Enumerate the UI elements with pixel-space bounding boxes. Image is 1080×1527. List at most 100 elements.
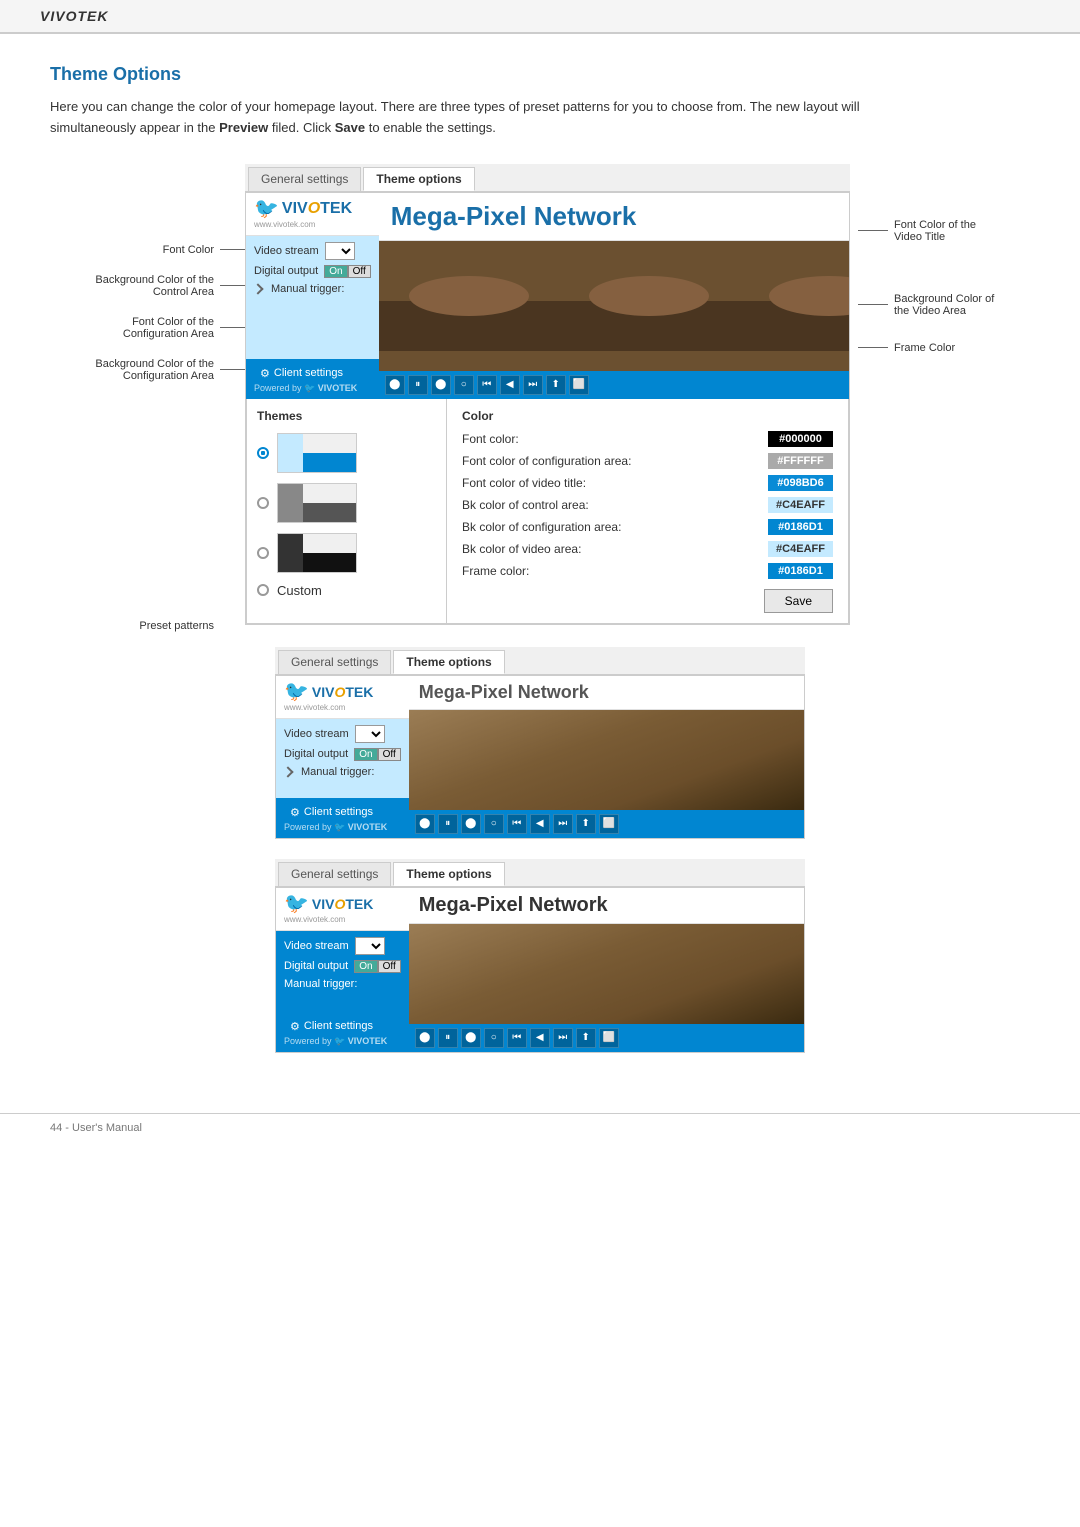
tb3-7[interactable]: ⏭ — [553, 1028, 573, 1048]
color-label-font: Font color: — [462, 432, 760, 446]
tb2-5[interactable]: ⏮ — [507, 814, 527, 834]
tb2-9[interactable]: ⬜ — [599, 814, 619, 834]
video-3 — [409, 924, 804, 1024]
toolbar-btn-vol[interactable]: ◀ — [500, 375, 520, 395]
color-label-bk-config: Bk color of configuration area: — [462, 520, 760, 534]
tb2-3[interactable]: ⬤ — [461, 814, 481, 834]
digital-output-label-3: Digital output — [284, 960, 348, 972]
ann-line-3 — [220, 327, 245, 328]
toolbar-btn-up[interactable]: ⬆ — [546, 375, 566, 395]
tb3-8[interactable]: ⬆ — [576, 1028, 596, 1048]
tb2-1[interactable]: ⬤ — [415, 814, 435, 834]
client-btn-2[interactable]: ⚙ Client settings — [284, 803, 401, 822]
desc-bold-save: Save — [335, 120, 365, 135]
on-button-1[interactable]: On — [324, 265, 347, 278]
ann-right-font-title: Font Color of theVideo Title — [858, 219, 1030, 243]
tb2-6[interactable]: ◀ — [530, 814, 550, 834]
tab-bar-2: General settings Theme options — [275, 647, 805, 675]
tab-theme-3[interactable]: Theme options — [393, 862, 504, 886]
vivotek-logo-1: 🐦 VIVOTEK www.vivotek.com — [254, 199, 352, 229]
theme-radio-custom[interactable] — [257, 584, 269, 596]
tb3-9[interactable]: ⬜ — [599, 1028, 619, 1048]
client-btn-3[interactable]: ⚙ Client settings — [284, 1017, 401, 1036]
color-label-bk-control: Bk color of control area: — [462, 498, 760, 512]
tb3-2[interactable]: ⏸ — [438, 1028, 458, 1048]
control-sidebar-2: Video stream 1 Digital output On Off — [276, 719, 409, 798]
client-settings-btn-1[interactable]: ⚙ Client settings — [254, 364, 371, 383]
right-annotations: Font Color of theVideo Title Background … — [850, 164, 1030, 379]
theme-preview-2 — [277, 483, 357, 523]
preview-layout-1: 🐦 VIVOTEK www.vivotek.com — [246, 193, 849, 399]
toolbar-btn-record[interactable]: ⬤ — [431, 375, 451, 395]
theme-top-1 — [303, 434, 356, 453]
logo-row-2: 🐦 VIVOTEK www.vivotek.com — [276, 676, 409, 719]
video-stream-row-2: Video stream 1 — [284, 725, 401, 743]
save-button[interactable]: Save — [764, 589, 833, 613]
logo-bird-icon: 🐦 — [254, 199, 279, 219]
theme-right-1 — [303, 434, 356, 472]
color-row-config-font: Font color of configuration area: #FFFFF… — [462, 453, 833, 469]
manual-trigger-row-3: Manual trigger: — [284, 978, 401, 990]
tab-theme-options[interactable]: Theme options — [363, 167, 474, 191]
theme-radio-2[interactable] — [257, 497, 269, 509]
third-panel-wrapper: General settings Theme options 🐦 — [50, 859, 1030, 1053]
theme-radio-3[interactable] — [257, 547, 269, 559]
ann-right-frame: Frame Color — [858, 342, 1030, 354]
theme-bottom-1 — [303, 453, 356, 472]
page-container: VIVOTEK Theme Options Here you can chang… — [0, 0, 1080, 1527]
page-title: Theme Options — [50, 64, 1030, 85]
toolbar-btn-pause[interactable]: ⏸ — [408, 375, 428, 395]
control-sidebar-3: Video stream 1 Digital output On Off — [276, 931, 409, 1012]
toolbar-btn-fullscreen[interactable]: ⬜ — [569, 375, 589, 395]
logo-text-3: VIVOTEK — [312, 896, 373, 912]
client-settings-area-1: ⚙ Client settings Powered by 🐦 VIVOTEK — [246, 359, 379, 399]
video-stream-select-3[interactable]: 1 — [355, 937, 385, 955]
on-btn-2[interactable]: On — [354, 748, 377, 761]
ann-font-color: Font Color — [50, 244, 245, 256]
color-row-frame: Frame color: #0186D1 — [462, 563, 833, 579]
logo-url-3: www.vivotek.com — [284, 915, 373, 924]
video-preview-1 — [379, 241, 849, 371]
title-2: Mega-Pixel Network — [419, 682, 589, 702]
client-label-3: Client settings — [304, 1020, 373, 1032]
manual-trigger-3: Manual trigger: — [284, 978, 357, 990]
tb2-2[interactable]: ⏸ — [438, 814, 458, 834]
tab-general-3[interactable]: General settings — [278, 862, 391, 886]
client-label-2: Client settings — [304, 806, 373, 818]
ann-font-config-label: Font Color of theConfiguration Area — [123, 316, 214, 340]
tb3-6[interactable]: ◀ — [530, 1028, 550, 1048]
off-button-1[interactable]: Off — [348, 265, 371, 278]
theme-radio-1[interactable] — [257, 447, 269, 459]
tab-general-2[interactable]: General settings — [278, 650, 391, 674]
tb3-1[interactable]: ⬤ — [415, 1028, 435, 1048]
toolbar-btn-circle[interactable]: ○ — [454, 375, 474, 395]
tb3-3[interactable]: ⬤ — [461, 1028, 481, 1048]
ann-right-frame-label: Frame Color — [894, 342, 955, 354]
header: VIVOTEK — [0, 0, 1080, 33]
tb2-4[interactable]: ○ — [484, 814, 504, 834]
ann-dash-r1 — [858, 230, 888, 231]
save-btn-row: Save — [462, 589, 833, 613]
video-stream-select-2[interactable]: 1 — [355, 725, 385, 743]
manual-trigger-label-1: Manual trigger: — [271, 283, 344, 295]
powered-brand-3: 🐦 VIVOTEK — [334, 1036, 387, 1046]
tab-general-settings[interactable]: General settings — [248, 167, 361, 191]
color-value-bk-control: #C4EAFF — [768, 497, 833, 513]
toolbar-btn-prev[interactable]: ⏮ — [477, 375, 497, 395]
tb2-7[interactable]: ⏭ — [553, 814, 573, 834]
theme-preview-3 — [277, 533, 357, 573]
off-btn-3[interactable]: Off — [378, 960, 401, 973]
tb3-4[interactable]: ○ — [484, 1028, 504, 1048]
tb3-5[interactable]: ⏮ — [507, 1028, 527, 1048]
tab-theme-2[interactable]: Theme options — [393, 650, 504, 674]
ann-bg-control: Background Color of theControl Area — [50, 274, 245, 298]
ann-dash-r3 — [858, 347, 888, 348]
video-stream-row-3: Video stream 1 — [284, 937, 401, 955]
tb2-8[interactable]: ⬆ — [576, 814, 596, 834]
video-stream-select-1[interactable]: 1 — [325, 242, 355, 260]
on-btn-3[interactable]: On — [354, 960, 377, 973]
toolbar-btn-next[interactable]: ⏭ — [523, 375, 543, 395]
toolbar-btn-stop[interactable]: ⬤ — [385, 375, 405, 395]
ann-bg-control-label: Background Color of theControl Area — [95, 274, 214, 298]
off-btn-2[interactable]: Off — [378, 748, 401, 761]
